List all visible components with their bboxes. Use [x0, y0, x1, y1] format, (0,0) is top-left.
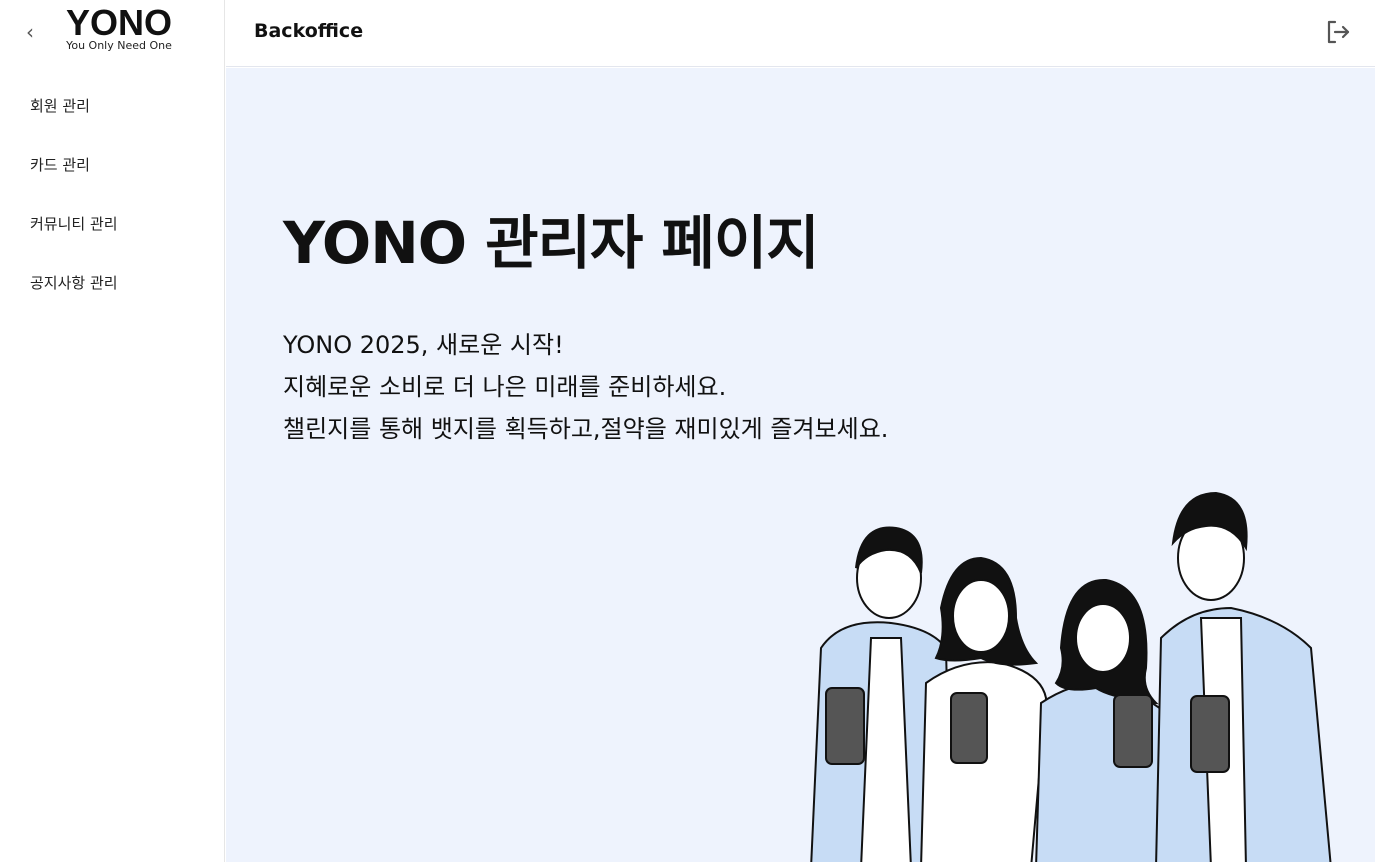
- sidebar-nav: 회원 관리 카드 관리 커뮤니티 관리 공지사항 관리: [30, 94, 118, 330]
- main-content: YONO 관리자 페이지 YONO 2025, 새로운 시작! 지혜로운 소비로…: [226, 68, 1375, 862]
- sidebar-item-members[interactable]: 회원 관리: [30, 94, 118, 153]
- sidebar-item-cards[interactable]: 카드 관리: [30, 153, 118, 212]
- logout-icon[interactable]: [1325, 19, 1351, 45]
- sidebar-item-community[interactable]: 커뮤니티 관리: [30, 212, 118, 271]
- header-title: Backoffice: [254, 20, 364, 42]
- header: Backoffice: [226, 0, 1375, 67]
- page-title: YONO 관리자 페이지: [283, 209, 820, 277]
- people-with-phones-illustration: [810, 491, 1332, 862]
- sidebar-item-notices[interactable]: 공지사항 관리: [30, 271, 118, 330]
- logo[interactable]: YONO You Only Need One: [62, 5, 176, 52]
- intro-text: YONO 2025, 새로운 시작! 지혜로운 소비로 더 나은 미래를 준비하…: [283, 331, 889, 443]
- chevron-left-icon[interactable]: ‹: [26, 20, 34, 44]
- sidebar: ‹ YONO You Only Need One 회원 관리 카드 관리 커뮤니…: [0, 0, 225, 862]
